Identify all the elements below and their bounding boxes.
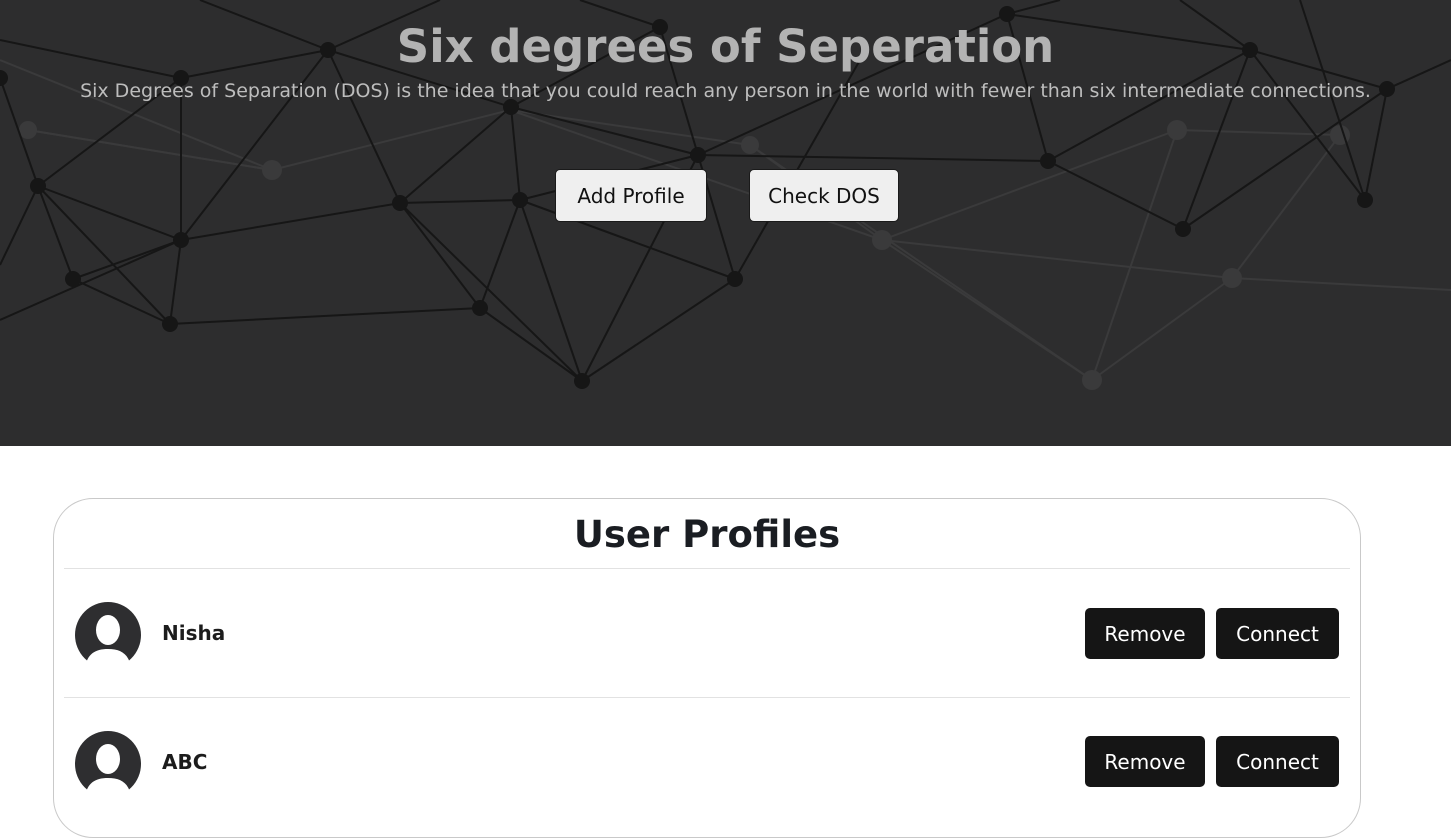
add-profile-button[interactable]: Add Profile — [555, 169, 707, 222]
remove-profile-button[interactable]: Remove — [1085, 736, 1205, 787]
page-subtitle: Six Degrees of Separation (DOS) is the i… — [80, 80, 1371, 102]
connect-profile-button[interactable]: Connect — [1216, 608, 1339, 659]
profile-name: Nisha — [162, 621, 226, 645]
profile-row: Nisha Remove Connect — [54, 569, 1360, 697]
user-avatar-icon — [75, 602, 141, 668]
profile-name: ABC — [162, 750, 208, 774]
user-avatar-icon — [75, 731, 141, 797]
hero-banner: Six degrees of Seperation Six Degrees of… — [0, 0, 1451, 446]
remove-profile-button[interactable]: Remove — [1085, 608, 1205, 659]
profile-row: ABC Remove Connect — [54, 698, 1360, 826]
check-dos-button[interactable]: Check DOS — [749, 169, 899, 222]
user-profiles-heading: User Profiles — [573, 513, 841, 556]
page-title: Six degrees of Seperation — [396, 20, 1055, 73]
user-profiles-card: User Profiles Nisha Remove Connect ABC R… — [53, 498, 1361, 838]
connect-profile-button[interactable]: Connect — [1216, 736, 1339, 787]
